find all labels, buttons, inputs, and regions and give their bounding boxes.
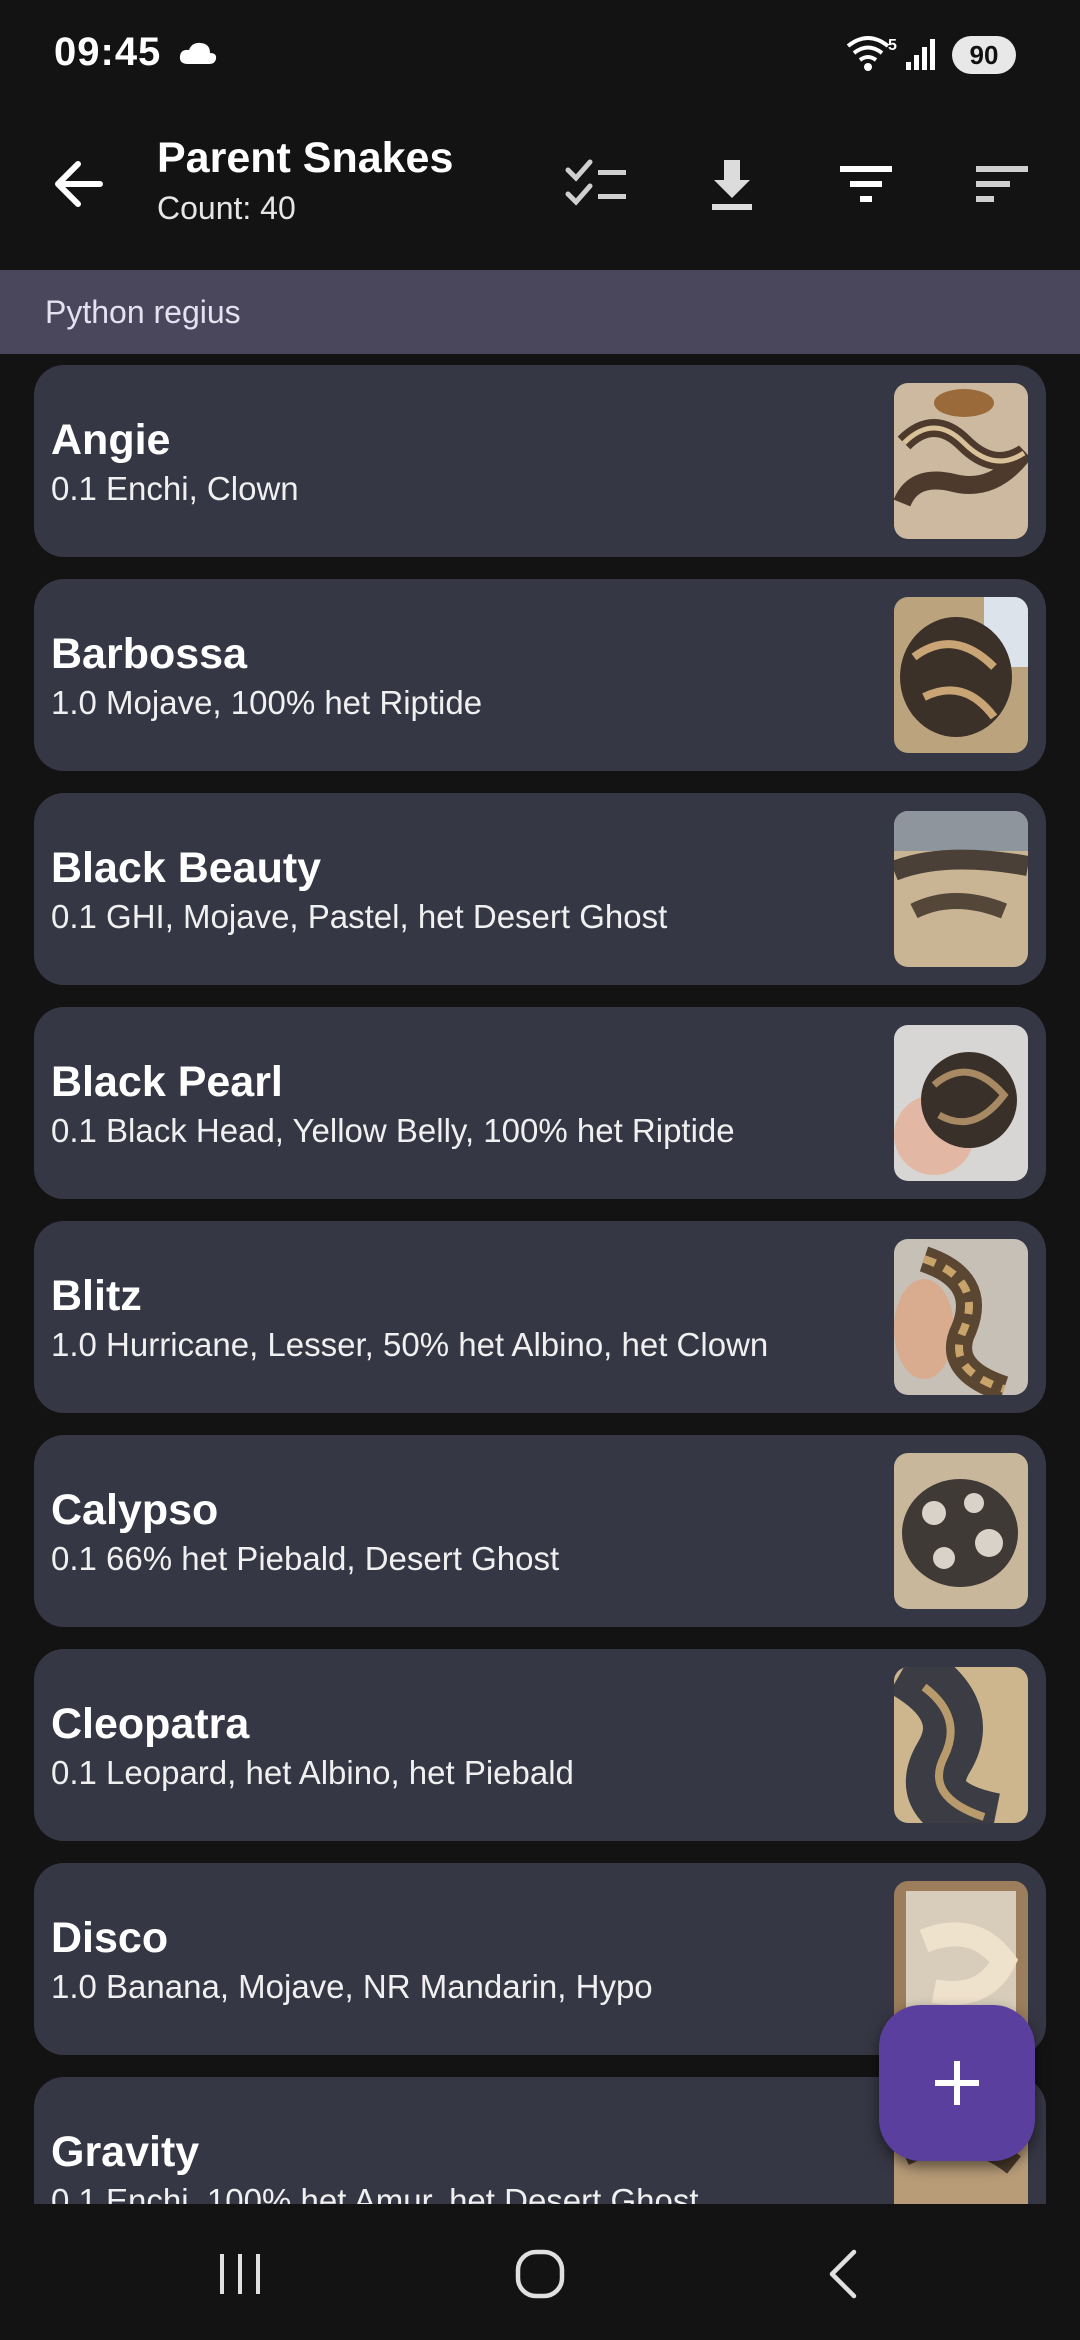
system-back-button[interactable]	[812, 2242, 876, 2306]
snake-genetics: 0.1 GHI, Mojave, Pastel, het Desert Ghos…	[51, 898, 668, 935]
snake-card[interactable]: Blitz 1.0 Hurricane, Lesser, 50% het Alb…	[34, 1221, 1046, 1413]
snake-genetics: 1.0 Mojave, 100% het Riptide	[51, 684, 483, 721]
filter-icon	[840, 166, 892, 202]
snake-card[interactable]: Barbossa 1.0 Mojave, 100% het Riptide	[34, 579, 1046, 771]
snake-name: Gravity	[51, 2128, 200, 2176]
back-button[interactable]	[48, 152, 112, 216]
status-bar: 09:45 5 90	[0, 0, 1080, 110]
snake-genetics: 1.0 Banana, Mojave, NR Mandarin, Hypo	[51, 1968, 653, 2005]
snake-photo	[894, 383, 1028, 539]
wifi-icon: 5	[846, 34, 900, 79]
snake-genetics: 1.0 Hurricane, Lesser, 50% het Albino, h…	[51, 1326, 769, 1363]
snake-name: Black Beauty	[51, 844, 322, 892]
filter-button[interactable]	[830, 148, 902, 220]
select-button[interactable]	[560, 148, 632, 220]
cloud-icon	[178, 40, 218, 71]
system-nav-bar	[0, 2204, 1080, 2340]
plus-icon	[935, 2061, 979, 2105]
snake-photo	[894, 1239, 1028, 1395]
snake-genetics: 0.1 Leopard, het Albino, het Piebald	[51, 1754, 574, 1791]
download-icon	[712, 160, 752, 210]
snake-list[interactable]: Angie 0.1 Enchi, Clown Barbossa 1.0 Moja…	[0, 354, 1080, 2204]
home-button[interactable]	[508, 2242, 572, 2306]
snake-name: Angie	[51, 416, 171, 464]
snake-genetics: 0.1 Black Head, Yellow Belly, 100% het R…	[51, 1112, 735, 1149]
snake-name: Black Pearl	[51, 1058, 283, 1106]
snake-photo	[894, 1025, 1028, 1181]
species-label: Python regius	[45, 294, 241, 330]
snake-name: Cleopatra	[51, 1700, 250, 1748]
count-subtitle: Count: 40	[157, 190, 296, 226]
home-icon	[515, 2249, 565, 2299]
recents-icon	[220, 2254, 260, 2294]
snake-photo	[894, 811, 1028, 967]
recents-button[interactable]	[208, 2242, 272, 2306]
snake-card[interactable]: Angie 0.1 Enchi, Clown	[34, 365, 1046, 557]
snake-photo	[894, 1667, 1028, 1823]
status-time: 09:45	[54, 30, 162, 74]
snake-photo	[894, 1453, 1028, 1609]
snake-name: Barbossa	[51, 630, 247, 678]
snake-name: Blitz	[51, 1272, 142, 1320]
snake-genetics: 0.1 Enchi, Clown	[51, 470, 299, 507]
sort-icon	[976, 166, 1028, 202]
arrow-left-icon	[55, 161, 103, 207]
snake-name: Disco	[51, 1914, 169, 1962]
download-button[interactable]	[696, 148, 768, 220]
checklist-icon	[565, 159, 626, 206]
wifi-label: 5	[888, 37, 897, 54]
app-bar: Parent Snakes Count: 40	[0, 110, 1080, 270]
battery-indicator: 90	[952, 36, 1016, 74]
snake-card[interactable]: Black Pearl 0.1 Black Head, Yellow Belly…	[34, 1007, 1046, 1199]
snake-card[interactable]: Calypso 0.1 66% het Piebald, Desert Ghos…	[34, 1435, 1046, 1627]
snake-genetics: 0.1 66% het Piebald, Desert Ghost	[51, 1540, 560, 1577]
snake-card[interactable]: Black Beauty 0.1 GHI, Mojave, Pastel, he…	[34, 793, 1046, 985]
snake-card[interactable]: Cleopatra 0.1 Leopard, het Albino, het P…	[34, 1649, 1046, 1841]
page-title: Parent Snakes	[157, 134, 454, 182]
snake-name: Calypso	[51, 1486, 219, 1534]
add-snake-button[interactable]	[879, 2005, 1035, 2161]
sort-button[interactable]	[966, 148, 1038, 220]
section-header: Python regius	[0, 270, 1080, 354]
chevron-left-icon	[829, 2249, 857, 2299]
snake-genetics: 0.1 Enchi, 100% het Amur, het Desert Gho…	[51, 2182, 699, 2204]
snake-photo	[894, 597, 1028, 753]
signal-icon	[904, 36, 938, 77]
